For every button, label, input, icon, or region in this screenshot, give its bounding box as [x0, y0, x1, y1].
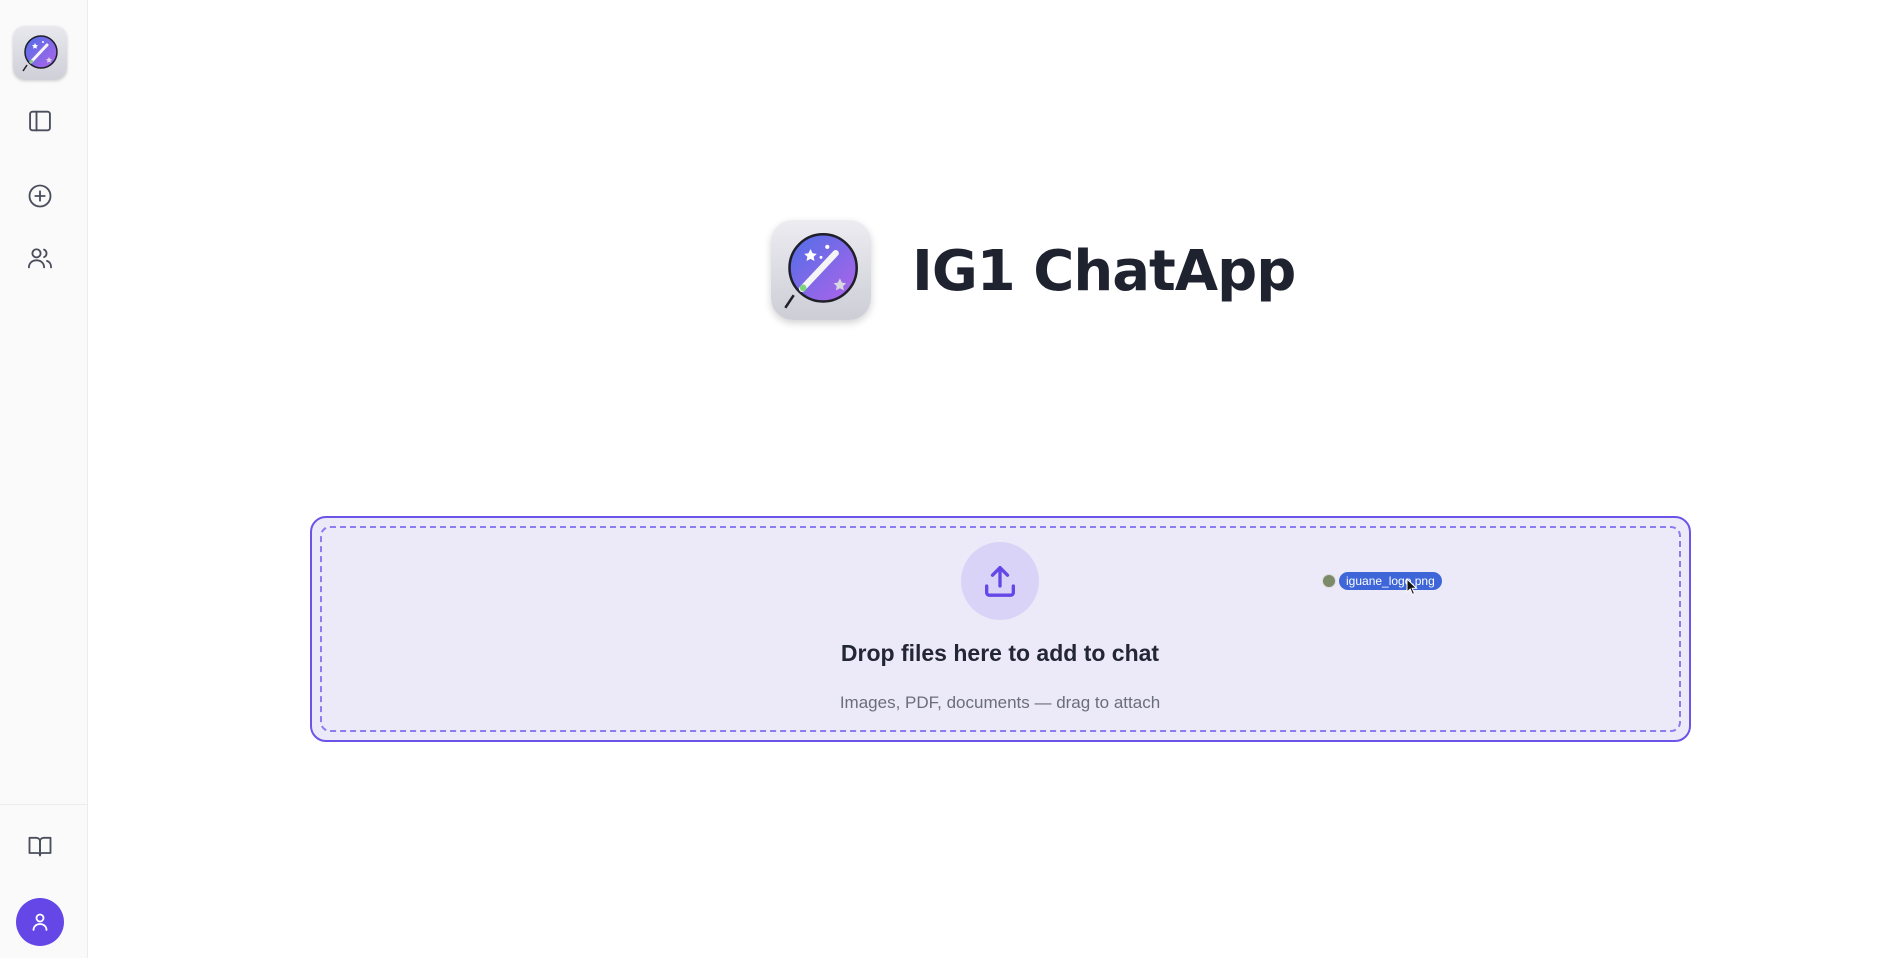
users-button[interactable]: [16, 234, 64, 282]
file-thumbnail-icon: [1322, 574, 1336, 588]
upload-icon-badge: [961, 542, 1039, 620]
hero-app-logo: [771, 220, 871, 320]
app-logo-button[interactable]: [13, 26, 67, 80]
upload-icon: [985, 566, 1015, 597]
user-icon: [32, 913, 48, 931]
profile-avatar-button[interactable]: [16, 898, 64, 946]
plus-circle-icon: [28, 184, 52, 208]
sidebar-panel-icon: [29, 110, 51, 132]
dropzone-subtitle: Images, PDF, documents — drag to attach: [839, 693, 1161, 712]
docs-button[interactable]: [16, 822, 64, 870]
dropzone-title: Drop files here to add to chat: [840, 640, 1160, 666]
magic-wand-logo-icon: [784, 233, 858, 309]
sidebar: [0, 0, 88, 958]
toggle-sidebar-button[interactable]: [16, 97, 64, 145]
sidebar-divider: [0, 804, 87, 805]
new-chat-button[interactable]: [16, 172, 64, 220]
app-title: IG1 ChatApp: [912, 239, 1296, 304]
app-root: IG1 ChatApp Drop files here to add to ch…: [0, 0, 1903, 958]
magic-wand-logo-icon: [22, 35, 58, 72]
book-open-icon: [28, 836, 52, 857]
dragged-file-name: iguane_logo.png: [1339, 572, 1442, 590]
dragged-file-chip[interactable]: iguane_logo.png: [1322, 572, 1442, 590]
mouse-cursor-icon: [1406, 578, 1418, 596]
users-icon: [27, 248, 53, 269]
